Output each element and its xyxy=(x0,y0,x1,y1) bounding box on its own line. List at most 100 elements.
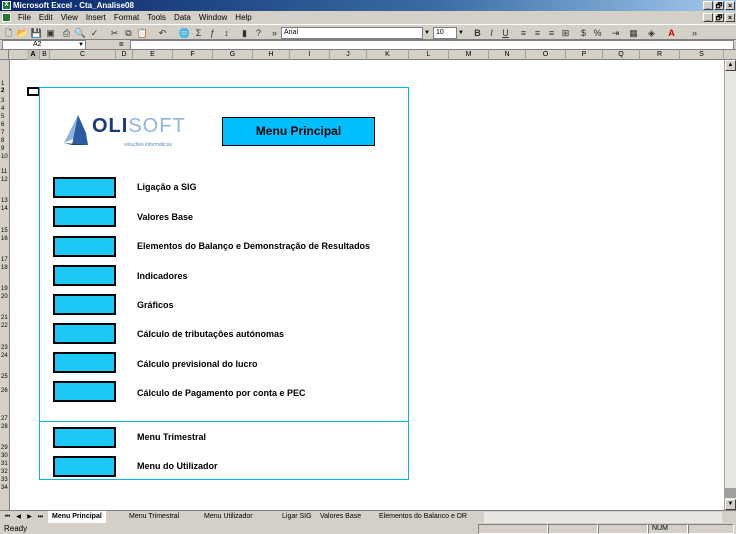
name-box[interactable]: A2 ▼ xyxy=(2,40,86,50)
column-header[interactable]: Q xyxy=(603,50,640,60)
sheet-tab-valores-base[interactable]: Valores Base xyxy=(316,511,366,523)
row-header[interactable]: 3 xyxy=(0,98,10,105)
row-header[interactable]: 26 xyxy=(0,388,10,395)
function-icon[interactable]: ƒ xyxy=(206,27,219,39)
hyperlink-icon[interactable]: 🌐 xyxy=(178,27,191,39)
cut-icon[interactable]: ✂ xyxy=(108,27,121,39)
scroll-thumb[interactable] xyxy=(725,488,736,498)
save-icon[interactable]: 💾 xyxy=(30,27,43,39)
menu-format[interactable]: Format xyxy=(110,11,143,24)
fill-color-icon[interactable]: ◈ xyxy=(645,27,658,39)
currency-icon[interactable]: $ xyxy=(577,27,590,39)
row-header[interactable]: 14 xyxy=(0,206,10,213)
print-icon[interactable]: ⎙ xyxy=(60,27,73,39)
column-header[interactable]: B xyxy=(40,50,50,60)
menu-utilizador-button[interactable] xyxy=(53,456,116,477)
open-icon[interactable]: 📂 xyxy=(16,27,29,39)
row-header[interactable]: 22 xyxy=(0,323,10,330)
column-header[interactable]: N xyxy=(489,50,526,60)
row-header[interactable]: 23 xyxy=(0,345,10,352)
row-header[interactable]: 13 xyxy=(0,198,10,205)
row-header[interactable]: 7 xyxy=(0,130,10,137)
font-size-dropdown-icon[interactable]: ▼ xyxy=(457,27,465,39)
print-preview-icon[interactable]: 🔍 xyxy=(74,27,87,39)
vertical-scrollbar[interactable]: ▲ ▼ xyxy=(724,60,736,510)
horizontal-scrollbar[interactable] xyxy=(484,512,722,523)
help-icon[interactable]: ? xyxy=(252,27,265,39)
chart-wizard-icon[interactable]: ▮ xyxy=(238,27,251,39)
graficos-button[interactable] xyxy=(53,294,116,315)
menu-help[interactable]: Help xyxy=(231,11,255,24)
row-header[interactable]: 32 xyxy=(0,469,10,476)
menu-window[interactable]: Window xyxy=(195,11,231,24)
menu-data[interactable]: Data xyxy=(170,11,195,24)
underline-icon[interactable]: U xyxy=(499,27,512,39)
valores-base-button[interactable] xyxy=(53,206,116,227)
minimize-button[interactable]: _ xyxy=(703,1,713,10)
first-sheet-icon[interactable]: ⏮ xyxy=(2,512,13,522)
row-header[interactable]: 4 xyxy=(0,106,10,113)
increase-indent-icon[interactable]: ⇥ xyxy=(609,27,622,39)
row-header[interactable]: 17 xyxy=(0,257,10,264)
font-color-icon[interactable]: A xyxy=(665,27,678,39)
copy-icon[interactable]: ⧉ xyxy=(122,27,135,39)
elementos-balanco-button[interactable] xyxy=(53,236,116,257)
menu-insert[interactable]: Insert xyxy=(82,11,110,24)
row-header[interactable]: 27 xyxy=(0,416,10,423)
row-header[interactable]: 5 xyxy=(0,114,10,121)
row-header[interactable]: 11 xyxy=(0,169,10,176)
font-size-select[interactable]: 10 xyxy=(433,27,457,39)
column-header[interactable]: C xyxy=(50,50,116,60)
prev-sheet-icon[interactable]: ◀ xyxy=(13,512,24,522)
row-header[interactable]: 29 xyxy=(0,445,10,452)
workbook-icon[interactable] xyxy=(2,13,11,22)
permission-icon[interactable]: ▣ xyxy=(44,27,57,39)
row-header[interactable]: 6 xyxy=(0,122,10,129)
select-all-corner[interactable] xyxy=(0,50,9,60)
spelling-icon[interactable]: ✓ xyxy=(88,27,101,39)
scroll-down-icon[interactable]: ▼ xyxy=(725,499,736,510)
autosum-icon[interactable]: Σ xyxy=(192,27,205,39)
column-header[interactable]: A xyxy=(27,50,40,60)
column-header[interactable]: E xyxy=(133,50,173,60)
font-name-select[interactable]: Arial xyxy=(281,27,423,39)
row-header[interactable]: 8 xyxy=(0,138,10,145)
percent-icon[interactable]: % xyxy=(591,27,604,39)
sheet-tab-menu-trimestral[interactable]: Menu Trimestral xyxy=(125,511,184,523)
column-header[interactable]: L xyxy=(409,50,449,60)
merge-center-icon[interactable]: ⊞ xyxy=(559,27,572,39)
row-header[interactable]: 15 xyxy=(0,228,10,235)
row-header[interactable]: 31 xyxy=(0,461,10,468)
workbook-restore-button[interactable]: 🗗 xyxy=(714,13,724,22)
column-header[interactable]: M xyxy=(449,50,489,60)
align-right-icon[interactable]: ≡ xyxy=(545,27,558,39)
column-header[interactable]: F xyxy=(173,50,213,60)
row-header[interactable]: 34 xyxy=(0,485,10,492)
row-header[interactable]: 19 xyxy=(0,286,10,293)
next-sheet-icon[interactable]: ▶ xyxy=(24,512,35,522)
close-button[interactable]: × xyxy=(725,1,735,10)
row-header[interactable]: 24 xyxy=(0,353,10,360)
row-header[interactable]: 28 xyxy=(0,424,10,431)
column-header[interactable]: R xyxy=(640,50,680,60)
tributacoes-autonomas-button[interactable] xyxy=(53,323,116,344)
row-header[interactable]: 21 xyxy=(0,315,10,322)
row-header[interactable]: 2 xyxy=(0,88,10,95)
row-header[interactable]: 25 xyxy=(0,374,10,381)
align-center-icon[interactable]: ≡ xyxy=(531,27,544,39)
row-header[interactable]: 33 xyxy=(0,477,10,484)
sheet-tab-elementos-balanco[interactable]: Elementos do Balanco e DR xyxy=(375,511,471,523)
sheet-tab-ligar-sig[interactable]: Ligar SIG xyxy=(278,511,316,523)
italic-icon[interactable]: I xyxy=(485,27,498,39)
last-sheet-icon[interactable]: ⏭ xyxy=(35,512,46,522)
column-header[interactable]: I xyxy=(290,50,330,60)
row-header[interactable]: 12 xyxy=(0,177,10,184)
row-header[interactable]: 1 xyxy=(0,81,10,88)
row-header[interactable]: 9 xyxy=(0,146,10,153)
undo-icon[interactable]: ↶ xyxy=(156,27,169,39)
workbook-close-button[interactable]: × xyxy=(725,13,735,22)
row-header[interactable]: 18 xyxy=(0,265,10,272)
formula-input[interactable] xyxy=(130,40,734,50)
menu-file[interactable]: File xyxy=(14,11,35,24)
pagamento-por-conta-button[interactable] xyxy=(53,381,116,402)
